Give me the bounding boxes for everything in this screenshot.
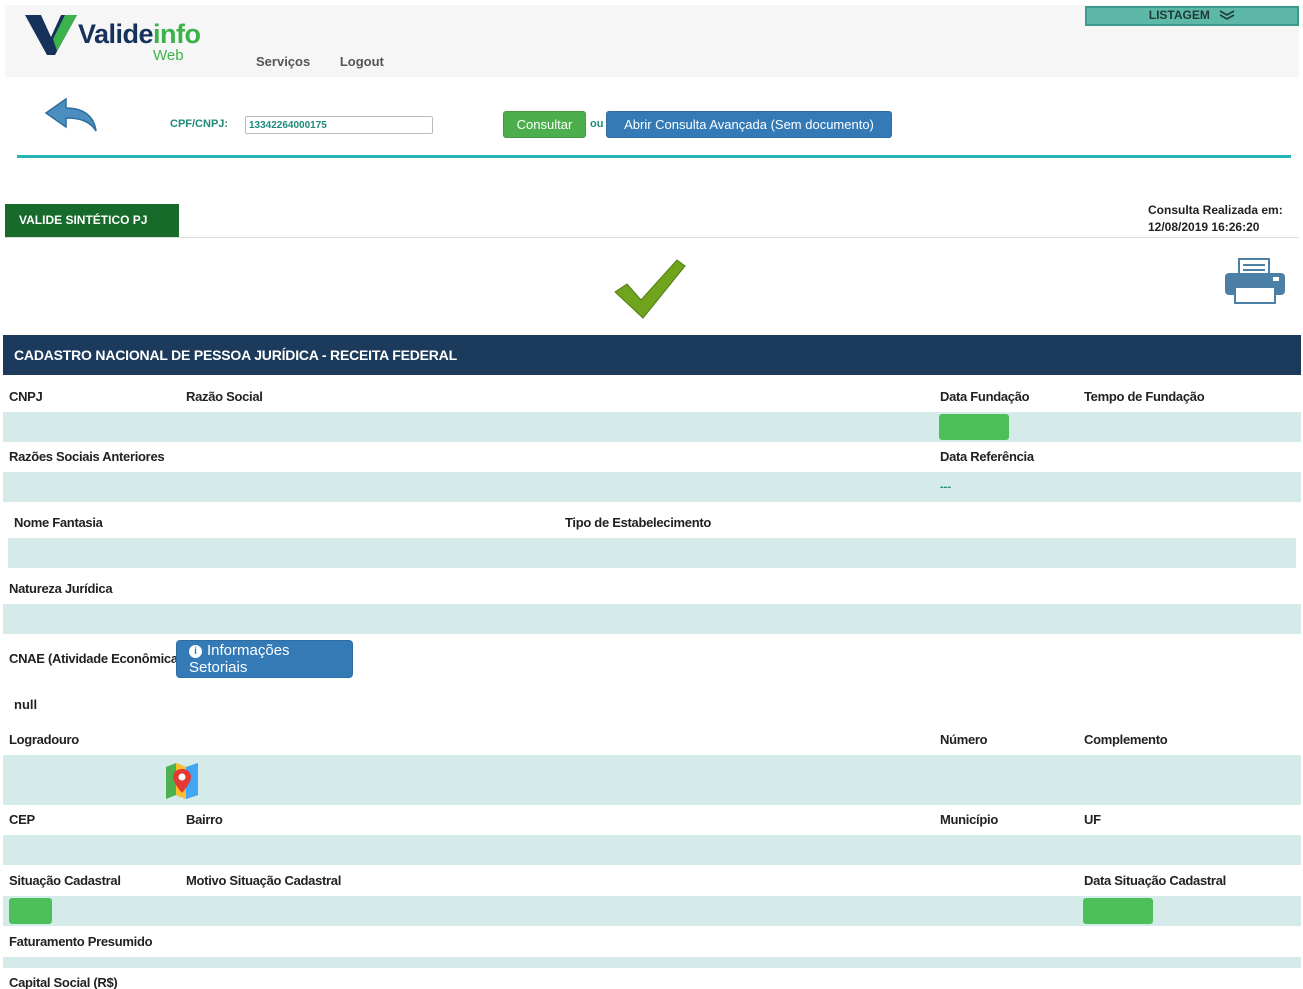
cadastro-header: CADASTRO NACIONAL DE PESSOA JURÍDICA - R…: [3, 335, 1301, 375]
listagem-toggle[interactable]: LISTAGEM: [1085, 6, 1299, 26]
informacoes-setoriais-label: Informações Setoriais: [189, 642, 290, 676]
cnae-value: null: [14, 697, 38, 712]
label-tempo-fundacao: Tempo de Fundação: [1084, 389, 1205, 404]
label-nome-fantasia: Nome Fantasia: [14, 515, 103, 530]
label-bairro: Bairro: [186, 812, 223, 827]
checkmark-icon: [614, 259, 686, 319]
label-tipo-estabelecimento: Tipo de Estabelecimento: [565, 515, 712, 530]
tab-valide-sintetico-pj[interactable]: VALIDE SINTÉTICO PJ: [5, 204, 179, 237]
chevron-down-icon: [1219, 10, 1235, 20]
map-pin-icon[interactable]: [166, 763, 198, 799]
label-cnae: CNAE (Atividade Econômica): [9, 651, 182, 666]
label-razao-social: Razão Social: [186, 389, 263, 404]
label-data-fundacao: Data Fundação: [940, 389, 1030, 404]
row-natureza-values: [3, 604, 1301, 634]
section-divider: [17, 155, 1291, 158]
row-razoes-values: [3, 472, 1301, 502]
label-faturamento: Faturamento Presumido: [9, 934, 153, 949]
consulta-datetime: 12/08/2019 16:26:20: [1148, 220, 1260, 234]
back-arrow-icon[interactable]: [44, 97, 98, 133]
consultar-button[interactable]: Consultar: [503, 111, 586, 138]
label-complemento: Complemento: [1084, 732, 1168, 747]
row-faturamento-values: [3, 957, 1301, 968]
label-capital-social: Capital Social (R$): [9, 975, 118, 989]
valideinfo-logo[interactable]: Valideinfo Web: [25, 11, 245, 67]
tab-underline: [5, 237, 1299, 238]
label-natureza-juridica: Natureza Jurídica: [9, 581, 113, 596]
cpf-cnpj-input[interactable]: [245, 116, 433, 134]
logo-sub: Web: [153, 47, 184, 64]
consulta-avancada-button[interactable]: Abrir Consulta Avançada (Sem documento): [606, 111, 892, 138]
situacao-badge: [9, 898, 52, 924]
nav-servicos[interactable]: Serviços: [256, 54, 310, 69]
label-municipio: Município: [940, 812, 998, 827]
label-cnpj: CNPJ: [9, 389, 43, 404]
logo-v-icon: [25, 15, 77, 55]
label-data-situacao: Data Situação Cadastral: [1084, 873, 1226, 888]
main-nav: Serviços Logout: [256, 54, 410, 69]
label-uf: UF: [1084, 812, 1101, 827]
row-cnpj-values: [3, 412, 1301, 442]
ou-label: ou: [590, 118, 604, 130]
label-motivo-situacao: Motivo Situação Cadastral: [186, 873, 342, 888]
informacoes-setoriais-button[interactable]: i Informações Setoriais: [176, 640, 353, 678]
data-situacao-badge: [1083, 898, 1153, 924]
consulta-label: Consulta Realizada em:: [1148, 203, 1283, 217]
logo-text: Valideinfo: [78, 19, 201, 49]
row-fantasia-values: [8, 538, 1296, 568]
label-numero: Número: [940, 732, 988, 747]
label-cep: CEP: [9, 812, 35, 827]
row-cep-values: [3, 835, 1301, 865]
label-data-referencia: Data Referência: [940, 449, 1034, 464]
printer-icon[interactable]: [1223, 257, 1287, 305]
label-razoes-anteriores: Razões Sociais Anteriores: [9, 449, 165, 464]
data-fundacao-badge: [939, 414, 1009, 440]
consulta-info: Consulta Realizada em: 12/08/2019 16:26:…: [1148, 202, 1283, 236]
label-situacao-cadastral: Situação Cadastral: [9, 873, 121, 888]
data-referencia-value: ---: [940, 481, 951, 493]
nav-logout[interactable]: Logout: [340, 54, 384, 69]
info-icon: i: [189, 645, 202, 658]
label-logradouro: Logradouro: [9, 732, 79, 747]
listagem-label: LISTAGEM: [1148, 8, 1210, 22]
cpf-cnpj-label: CPF/CNPJ:: [170, 118, 229, 130]
